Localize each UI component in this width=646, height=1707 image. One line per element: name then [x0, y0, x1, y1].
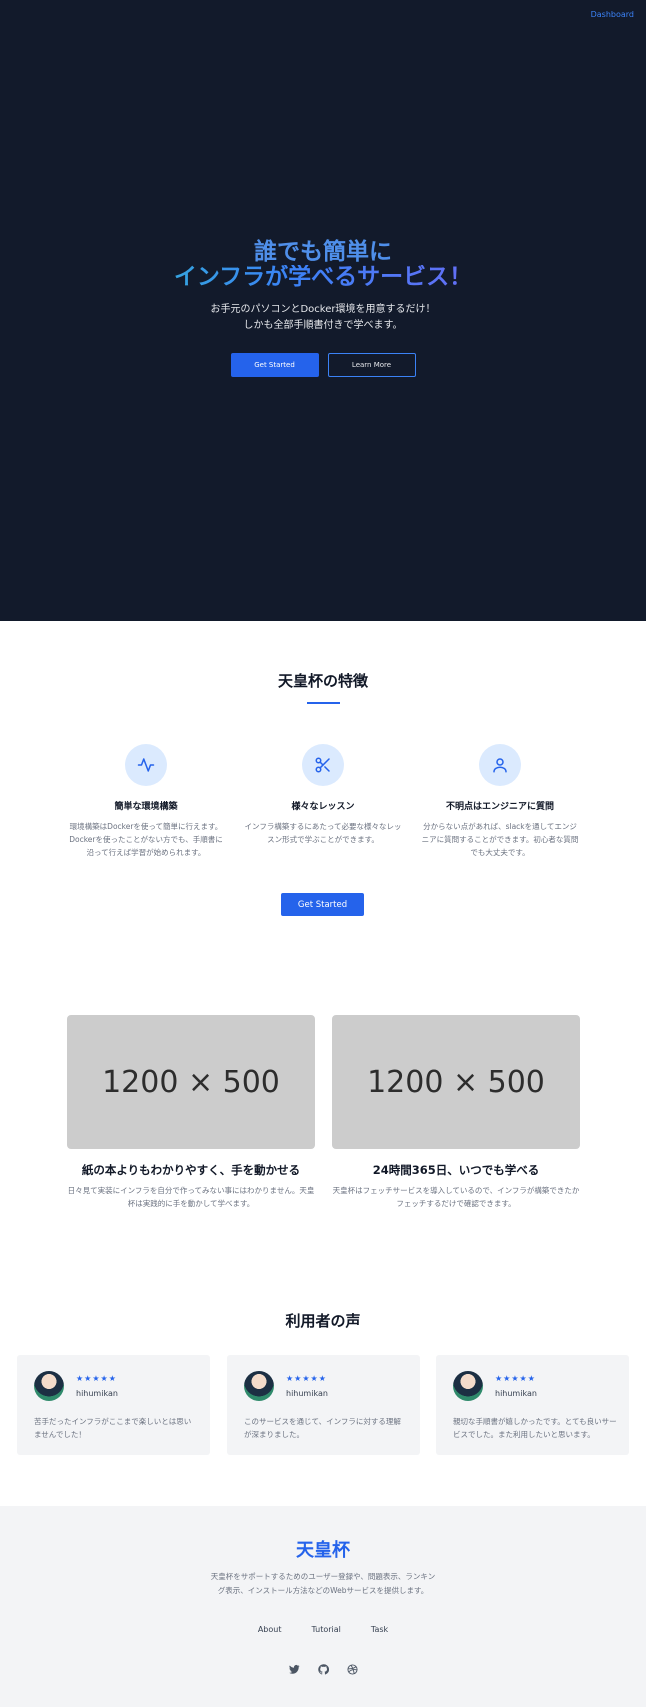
testimonial-card: ★★★★★ hihumikan 苦手だったインフラがここまで楽しいとは思いません… — [17, 1355, 210, 1455]
features-title: 天皇杯の特徴 — [277, 672, 368, 690]
footer: 天皇杯 天皇杯をサポートするためのユーザー登録や、問題表示、ランキング表示、イン… — [0, 1506, 646, 1707]
avatar — [453, 1371, 483, 1401]
avatar — [244, 1371, 274, 1401]
showcase-card: 1200 × 500 紙の本よりもわかりやすく、手を動かせる 日々見て実装にイン… — [67, 1015, 315, 1210]
hero-buttons: Get Started Learn More — [0, 353, 646, 377]
testimonial-username: hihumikan — [286, 1389, 328, 1398]
feature-title: 簡単な環境構築 — [114, 802, 178, 812]
hero-title-line1: 誰でも簡単に — [254, 239, 392, 265]
social-links — [0, 1662, 646, 1677]
rating-stars: ★★★★★ — [495, 1374, 536, 1383]
feature-item-environment: 簡単な環境構築 環境構築はDockerを使って簡単に行えます。Dockerを使っ… — [62, 744, 230, 859]
rating-stars: ★★★★★ — [286, 1374, 327, 1383]
footer-description: 天皇杯をサポートするためのユーザー登録や、問題表示、ランキング表示、インストール… — [210, 1572, 436, 1595]
testimonial-text: 親切な手順書が嬉しかったです。とても良いサービスでした。また利用したいと思います… — [453, 1417, 617, 1439]
showcase-card-desc: 日々見て実装にインフラを自分で作ってみない事にはわかりません。天皇杯は実践的に手… — [67, 1186, 315, 1208]
feature-item-lessons: 様々なレッスン インフラ構築するにあたって必要な様々なレッスン形式で学ぶことがで… — [239, 744, 407, 846]
hero-subtitle-line2: しかも全部手順書付きで学べます。 — [243, 320, 403, 331]
hero-title-line2: インフラが学べるサービス！ — [0, 265, 646, 290]
showcase-card-desc: 天皇杯はフェッチサービスを導入しているので、インフラが構築できたかフェッチするだ… — [332, 1186, 580, 1208]
hero-title: 誰でも簡単に インフラが学べるサービス！ — [0, 240, 646, 290]
rating-stars: ★★★★★ — [76, 1374, 117, 1383]
user-icon — [479, 744, 521, 786]
testimonial-username: hihumikan — [495, 1389, 537, 1398]
twitter-icon[interactable] — [287, 1662, 302, 1677]
footer-link-about[interactable]: About — [258, 1625, 282, 1634]
activity-icon — [125, 744, 167, 786]
footer-link-tutorial[interactable]: Tutorial — [311, 1625, 340, 1634]
hero-subtitle-line1: お手元のパソコンとDocker環境を用意するだけ！ — [210, 304, 436, 315]
testimonial-card: ★★★★★ hihumikan 親切な手順書が嬉しかったです。とても良いサービス… — [436, 1355, 629, 1455]
footer-brand[interactable]: 天皇杯 — [0, 1536, 646, 1562]
showcase-card-title: 24時間365日、いつでも学べる — [372, 1163, 540, 1177]
image-placeholder: 1200 × 500 — [332, 1015, 580, 1149]
testimonial-username: hihumikan — [76, 1389, 118, 1398]
footer-link-task[interactable]: Task — [371, 1625, 388, 1634]
testimonial-text: 苦手だったインフラがここまで楽しいとは思いませんでした！ — [34, 1417, 192, 1439]
voices-title: 利用者の声 — [285, 1312, 361, 1330]
feature-title: 様々なレッスン — [291, 802, 355, 812]
feature-title: 不明点はエンジニアに質問 — [445, 802, 554, 812]
github-icon[interactable] — [316, 1662, 331, 1677]
testimonial-text: このサービスを通じて、インフラに対する理解が深まりました。 — [244, 1417, 401, 1439]
dribbble-icon[interactable] — [345, 1662, 360, 1677]
feature-desc: 環境構築はDockerを使って簡単に行えます。Dockerを使ったことがない方で… — [69, 822, 223, 857]
hero-section: Dashboard 誰でも簡単に インフラが学べるサービス！ お手元のパソコンと… — [0, 0, 646, 621]
dashboard-link[interactable]: Dashboard — [591, 10, 634, 19]
avatar — [34, 1371, 64, 1401]
footer-links: About Tutorial Task — [0, 1625, 646, 1634]
feature-item-support: 不明点はエンジニアに質問 分からない点があれば、slackを通してエンジニアに質… — [416, 744, 584, 859]
learn-more-button[interactable]: Learn More — [327, 353, 416, 377]
image-placeholder: 1200 × 500 — [67, 1015, 315, 1149]
showcase-card: 1200 × 500 24時間365日、いつでも学べる 天皇杯はフェッチサービス… — [332, 1015, 580, 1210]
get-started-button[interactable]: Get Started — [230, 353, 319, 377]
features-title-underline — [307, 702, 340, 704]
scissors-icon — [302, 744, 344, 786]
features-get-started-button[interactable]: Get Started — [281, 893, 364, 916]
showcase-card-title: 紙の本よりもわかりやすく、手を動かせる — [81, 1163, 301, 1177]
hero-subtitle: お手元のパソコンとDocker環境を用意するだけ！ しかも全部手順書付きで学べま… — [0, 302, 646, 334]
feature-desc: インフラ構築するにあたって必要な様々なレッスン形式で学ぶことができます。 — [244, 822, 402, 844]
feature-desc: 分からない点があれば、slackを通してエンジニアに質問することができます。初心… — [421, 822, 579, 857]
testimonial-card: ★★★★★ hihumikan このサービスを通じて、インフラに対する理解が深ま… — [227, 1355, 420, 1455]
